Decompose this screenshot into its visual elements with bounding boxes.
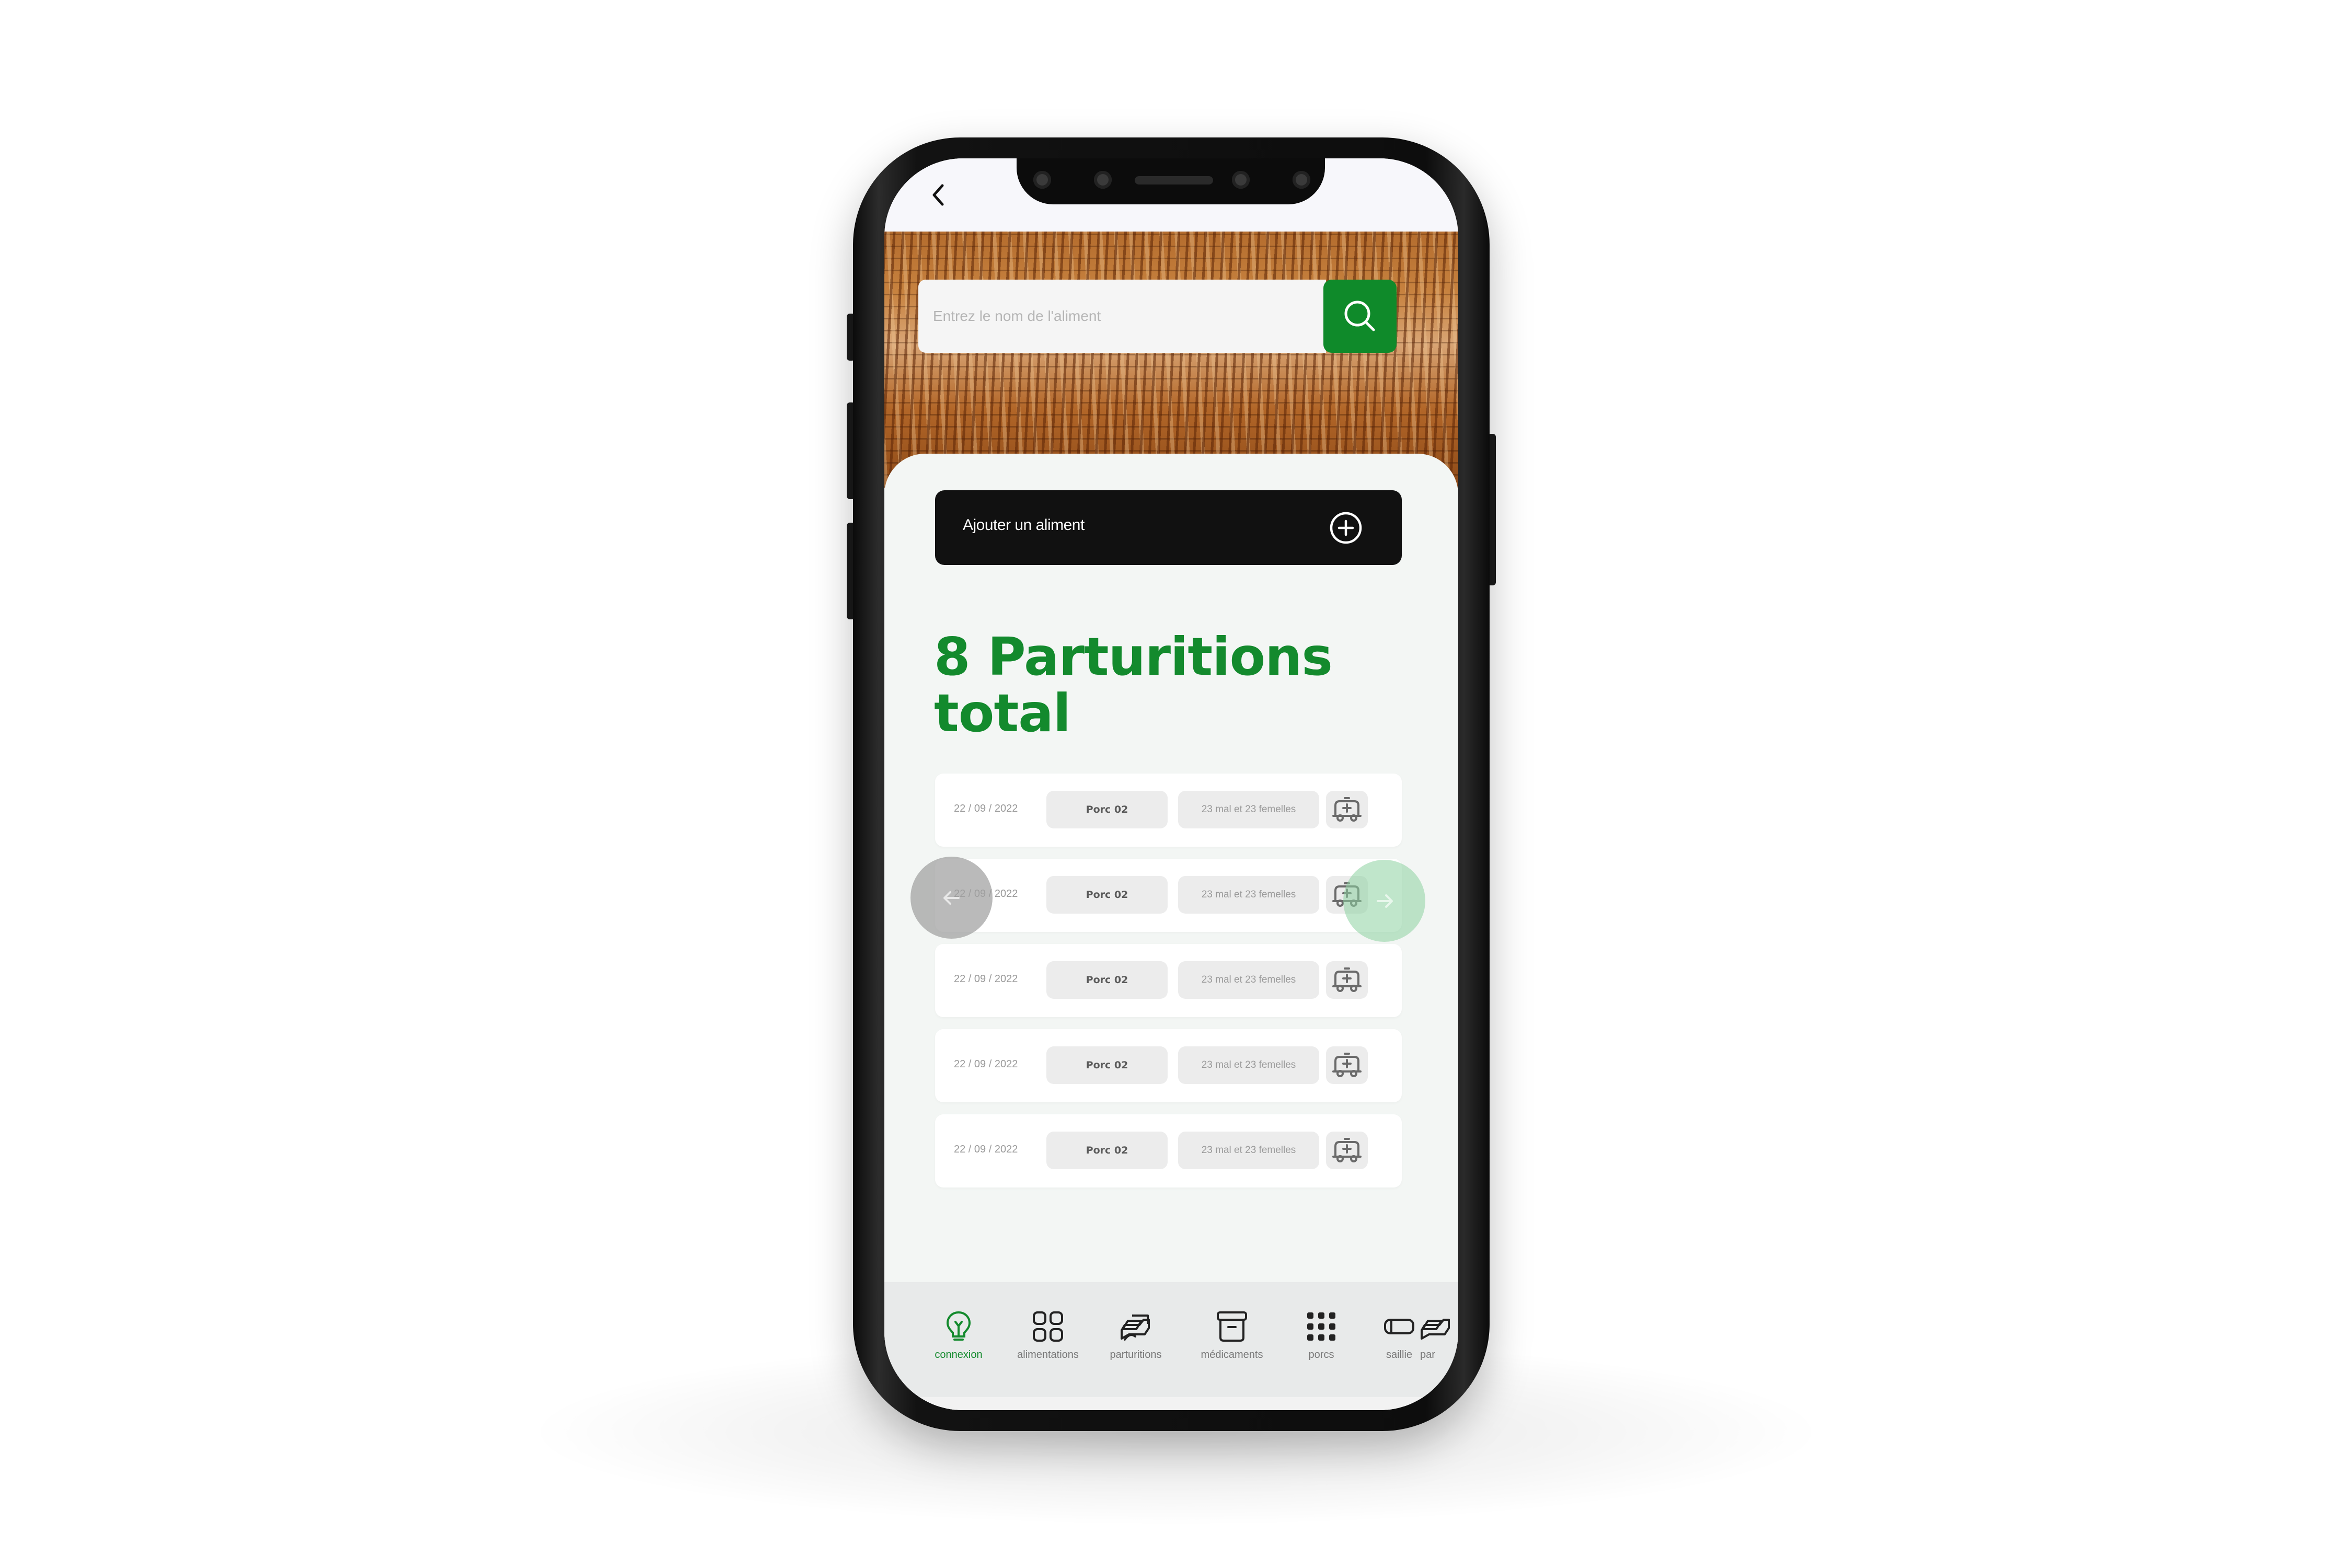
- earpiece-speaker: [1135, 176, 1213, 185]
- dots-grid-icon: [1307, 1312, 1335, 1341]
- page-title: 8 Parturitions total: [934, 626, 1333, 744]
- row-date: 22 / 09 / 2022: [954, 973, 1018, 985]
- sensor-dot: [1232, 171, 1250, 189]
- pig-badge: Porc 02: [1046, 791, 1168, 828]
- sensor-dot: [1033, 171, 1051, 189]
- litter-count-badge: 23 mal et 23 femelles: [1178, 1132, 1319, 1169]
- previous-button[interactable]: [910, 857, 993, 939]
- litter-count-badge: 23 mal et 23 femelles: [1178, 791, 1319, 828]
- ambulance-button[interactable]: [1326, 1046, 1368, 1084]
- grid-icon: [1033, 1311, 1063, 1342]
- sensor-dot: [1094, 171, 1112, 189]
- litter-count-badge: 23 mal et 23 femelles: [1178, 1046, 1319, 1084]
- list-item[interactable]: 22 / 09 / 2022 Porc 02 23 mal et 23 feme…: [935, 1029, 1402, 1102]
- home-indicator-area: [884, 1397, 1458, 1410]
- chevron-left-icon: [932, 184, 944, 206]
- ambulance-button[interactable]: [1326, 961, 1368, 999]
- nav-item-par[interactable]: par: [1420, 1308, 1458, 1366]
- row-date: 22 / 09 / 2022: [954, 803, 1018, 814]
- ambulance-icon: [1332, 967, 1362, 992]
- plus-circle-icon: [1330, 512, 1362, 544]
- list-item[interactable]: 22 / 09 / 2022 Porc 02 23 mal et 23 feme…: [935, 1114, 1402, 1187]
- bottom-nav: connexion alimentations parturitions méd…: [884, 1282, 1458, 1410]
- ambulance-button[interactable]: [1326, 1132, 1368, 1169]
- cards-icon: [1121, 1315, 1150, 1341]
- nav-label: porcs: [1308, 1349, 1334, 1361]
- front-camera: [1293, 171, 1310, 189]
- list-item[interactable]: 22 / 09 / 2022 Porc 02 23 mal et 23 feme…: [935, 774, 1402, 847]
- pig-badge: Porc 02: [1046, 876, 1168, 914]
- ambulance-icon: [1332, 1053, 1362, 1077]
- litter-count-badge: 23 mal et 23 femelles: [1178, 876, 1319, 914]
- add-food-label: Ajouter un aliment: [963, 516, 1085, 534]
- nav-item-porcs[interactable]: porcs: [1277, 1308, 1366, 1366]
- nav-label: médicaments: [1201, 1349, 1263, 1361]
- ambulance-button[interactable]: [1326, 791, 1368, 828]
- header-image: [884, 226, 1458, 488]
- nav-label: par: [1420, 1349, 1435, 1361]
- mockup-stage: Ajouter un aliment 8 Parturitions total …: [0, 0, 2352, 1568]
- back-button[interactable]: [924, 179, 955, 211]
- search-button[interactable]: [1323, 280, 1397, 353]
- arrow-left-icon: [943, 891, 960, 905]
- pig-badge: Porc 02: [1046, 1046, 1168, 1084]
- row-date: 22 / 09 / 2022: [954, 1058, 1018, 1070]
- cards-icon: [1421, 1319, 1450, 1340]
- add-food-button[interactable]: Ajouter un aliment: [935, 490, 1402, 565]
- tag-icon: [1384, 1319, 1414, 1334]
- row-date: 22 / 09 / 2022: [954, 1144, 1018, 1155]
- bulb-icon: [946, 1311, 971, 1341]
- ambulance-icon: [1332, 1138, 1362, 1162]
- phone-screen: Ajouter un aliment 8 Parturitions total …: [884, 158, 1458, 1410]
- next-button[interactable]: [1343, 860, 1425, 942]
- pig-badge: Porc 02: [1046, 961, 1168, 999]
- nav-item-medicaments[interactable]: médicaments: [1187, 1308, 1276, 1366]
- nav-item-connexion[interactable]: connexion: [914, 1308, 1003, 1366]
- list-item[interactable]: 22 / 09 / 2022 Porc 02 23 mal et 23 feme…: [935, 944, 1402, 1017]
- nav-label: parturitions: [1110, 1349, 1162, 1361]
- nav-label: connexion: [935, 1349, 983, 1361]
- pig-badge: Porc 02: [1046, 1132, 1168, 1169]
- nav-item-parturitions[interactable]: parturitions: [1091, 1308, 1180, 1366]
- status-bar: [884, 158, 1458, 232]
- nav-item-alimentations[interactable]: alimentations: [1004, 1308, 1092, 1366]
- phone-notch: [1017, 158, 1325, 204]
- list-item[interactable]: 22 / 09 / 2022 Porc 02 23 mal et 23 feme…: [935, 859, 1402, 932]
- ambulance-icon: [1332, 797, 1362, 822]
- litter-count-badge: 23 mal et 23 femelles: [1178, 961, 1319, 999]
- search-icon: [1344, 301, 1375, 331]
- arrow-right-icon: [1376, 894, 1393, 908]
- nav-label: alimentations: [1017, 1349, 1079, 1361]
- search-input[interactable]: [918, 280, 1326, 353]
- archive-icon: [1217, 1311, 1247, 1342]
